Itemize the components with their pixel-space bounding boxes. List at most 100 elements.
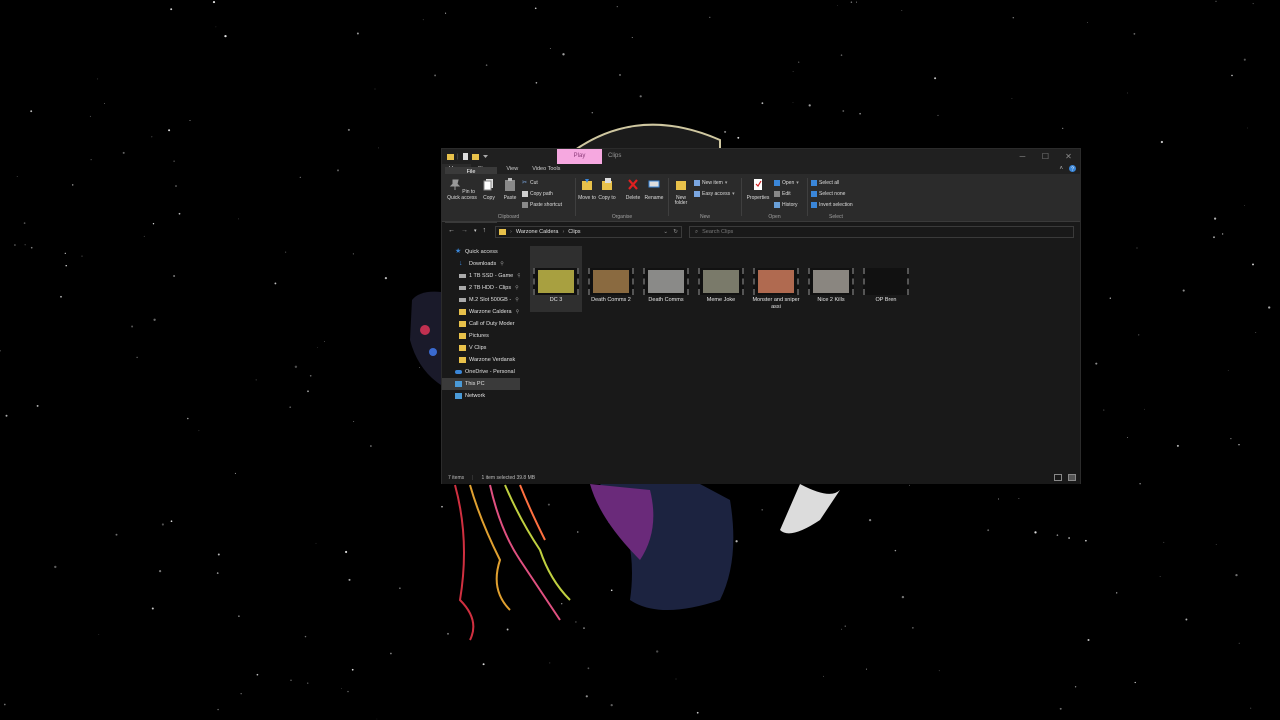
nav-quick-access[interactable]: ★ Quick access (442, 246, 520, 258)
video-thumbnail (588, 268, 634, 295)
star (198, 430, 200, 432)
minimize-button[interactable]: ─ (1011, 149, 1034, 164)
new-folder-label: New folder (674, 194, 688, 206)
star (850, 1, 853, 3)
navigation-buttons: ← → ▾ ↑ (448, 227, 486, 236)
breadcrumb-warzone-caldera[interactable]: Warzone Caldera (516, 229, 559, 235)
star (912, 627, 914, 629)
star (168, 129, 171, 132)
file-item[interactable]: DC 3 (530, 246, 582, 312)
breadcrumb-clips[interactable]: Clips (568, 229, 580, 235)
video-thumbnail (808, 268, 854, 295)
star (16, 176, 18, 178)
large-icons-view-icon[interactable] (1068, 474, 1076, 481)
cut-button[interactable]: ✂ Cut (522, 179, 538, 187)
star (837, 5, 839, 6)
select-all-button[interactable]: Select all (811, 179, 839, 187)
edit-button[interactable]: Edit (774, 190, 791, 198)
details-view-icon[interactable] (1054, 474, 1062, 481)
star (348, 578, 351, 581)
history-button[interactable]: History (774, 201, 798, 209)
nav-item-call-of-duty[interactable]: Call of Duty Moder (442, 318, 520, 330)
file-item[interactable]: Nice 2 Kills (805, 246, 857, 312)
star (315, 542, 317, 544)
help-icon[interactable]: ? (1069, 165, 1076, 172)
tab-video-tools[interactable]: Video Tools (525, 164, 567, 174)
properties-icon[interactable] (462, 153, 469, 160)
tab-view[interactable]: View (499, 164, 525, 174)
nav-item-m2-slot[interactable]: M.2 Slot 500GB - ⚲ (442, 294, 520, 306)
new-folder-button[interactable]: New folder (670, 178, 692, 207)
select-group: Select all Select none Invert selection … (808, 174, 864, 222)
select-none-button[interactable]: Select none (811, 190, 845, 198)
maximize-button[interactable]: ☐ (1034, 149, 1057, 164)
nav-item-v-clips[interactable]: V Clips (442, 342, 520, 354)
collapse-ribbon-icon[interactable]: ˄ (1059, 166, 1063, 172)
file-name: DC 3 (549, 297, 563, 303)
file-item[interactable]: Monster and sniper assi (750, 246, 802, 312)
qat-customize-icon[interactable] (482, 153, 489, 160)
delete-button[interactable]: Delete (622, 178, 644, 201)
star (901, 10, 903, 11)
status-bar: 7 items | 1 item selected 39.8 MB (442, 472, 1080, 484)
forward-arrow-icon[interactable]: → (461, 227, 468, 236)
paste-shortcut-button[interactable]: Paste shortcut (522, 201, 562, 209)
nav-network[interactable]: Network (442, 390, 520, 402)
back-arrow-icon[interactable]: ← (448, 227, 455, 236)
nav-onedrive[interactable]: OneDrive - Personal (442, 366, 520, 378)
address-dropdown-icon[interactable]: ⌄ (663, 229, 668, 235)
invert-selection-button[interactable]: Invert selection (811, 201, 853, 209)
tab-play-context[interactable]: Play (557, 149, 602, 164)
paste-button[interactable]: Paste (499, 178, 521, 201)
properties-button[interactable]: Properties (745, 178, 771, 201)
star (170, 520, 173, 523)
copy-to-button[interactable]: Copy to (596, 178, 618, 201)
nav-item-1tb-ssd[interactable]: 1 TB SSD - Game ⚲ (442, 270, 520, 282)
star (434, 74, 437, 77)
move-to-button[interactable]: Move to (576, 178, 598, 201)
nav-this-pc[interactable]: This PC (442, 378, 520, 390)
file-item[interactable]: Meme Joke (695, 246, 747, 312)
nav-item-2tb-hdd[interactable]: 2 TB HDD - Clips ⚲ (442, 282, 520, 294)
file-item[interactable]: Death Comms 2 (585, 246, 637, 312)
star (324, 341, 325, 342)
star (30, 246, 33, 249)
recent-locations-icon[interactable]: ▾ (474, 227, 477, 236)
file-item[interactable]: OP Bren (860, 246, 912, 312)
pin-quick-access-button[interactable]: Pin to Quick access (445, 178, 479, 201)
close-button[interactable]: ✕ (1057, 149, 1080, 164)
cloud-icon (455, 370, 462, 374)
star (290, 679, 292, 681)
refresh-icon[interactable]: ↻ (673, 229, 678, 235)
star (1176, 444, 1179, 447)
folder-icon (459, 357, 466, 363)
nav-item-warzone-caldera[interactable]: Warzone Caldera ⚲ (442, 306, 520, 318)
nav-item-pictures[interactable]: Pictures (442, 330, 520, 342)
easy-access-button[interactable]: Easy access ▾ (694, 190, 735, 198)
copy-path-icon (522, 191, 528, 197)
rename-button[interactable]: Rename (643, 178, 665, 201)
pinned-icon: ⚲ (515, 285, 519, 291)
star (384, 276, 388, 280)
star (1215, 544, 1217, 545)
file-item[interactable]: Death Comms (640, 246, 692, 312)
new-item-button[interactable]: New item ▾ (694, 179, 727, 187)
address-bar[interactable]: › Warzone Caldera › Clips ⌄ ↻ (495, 226, 682, 238)
open-button[interactable]: Open ▾ (774, 179, 799, 187)
star (376, 718, 378, 720)
title-bar[interactable]: | Play Clips ─ ☐ ✕ (442, 149, 1080, 164)
star (987, 529, 990, 532)
copy-button[interactable]: Copy (478, 178, 500, 201)
star (735, 540, 738, 543)
nav-item-warzone-verdansk[interactable]: Warzone Verdansk (442, 354, 520, 366)
star (299, 176, 301, 179)
breadcrumb-chevron-icon[interactable]: › (562, 229, 564, 235)
star (352, 253, 354, 255)
search-input[interactable]: ⌕ Search Clips (689, 226, 1074, 238)
new-folder-icon[interactable] (471, 153, 479, 160)
up-arrow-icon[interactable]: ↑ (483, 227, 487, 236)
breadcrumb-chevron-icon[interactable]: › (510, 229, 512, 235)
copy-path-button[interactable]: Copy path (522, 190, 553, 198)
nav-item-downloads[interactable]: ↓ Downloads ⚲ (442, 258, 520, 270)
star (583, 627, 585, 629)
